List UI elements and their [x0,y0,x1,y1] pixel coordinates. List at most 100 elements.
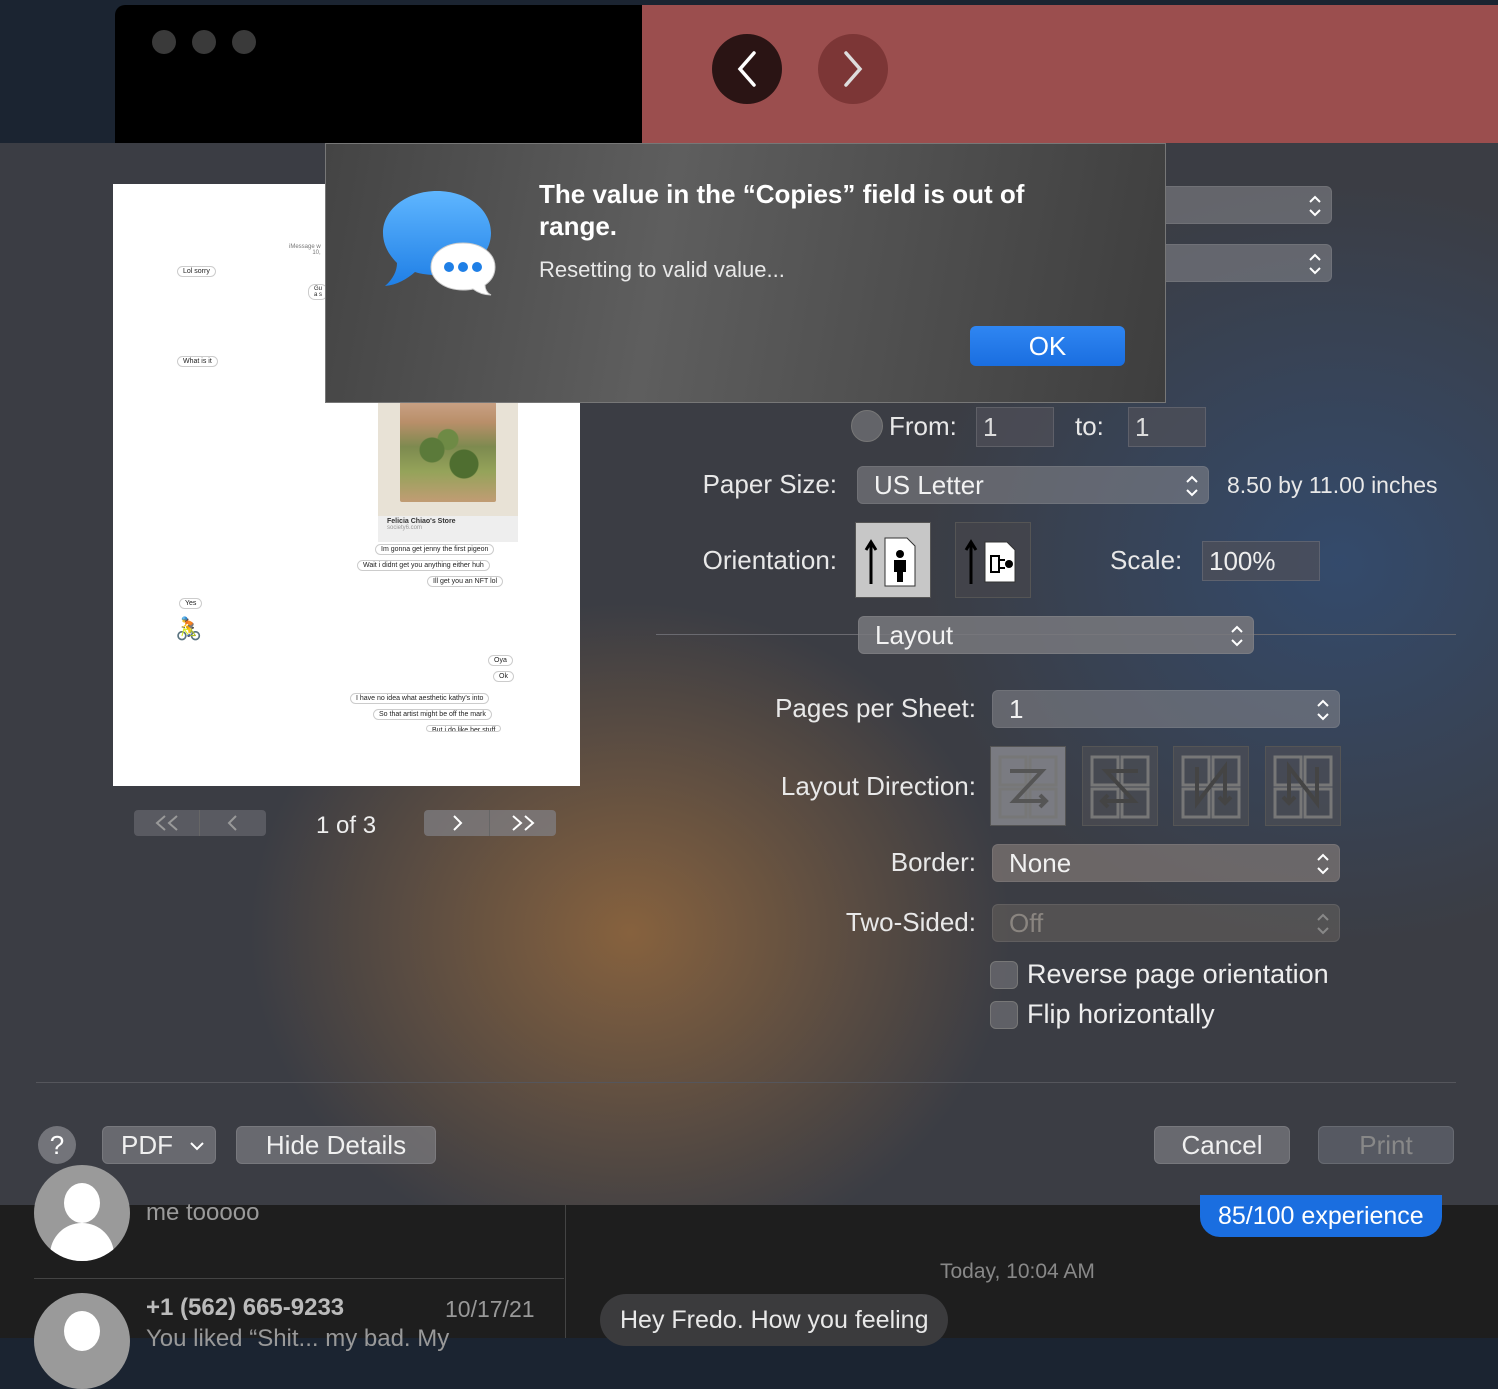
preview-link-card: Felicia Chiao's Store society6.com [378,516,518,542]
double-chevron-right-icon [512,815,535,831]
conversation-preview: me tooooo [146,1199,260,1226]
preview-link-url: society6.com [387,525,423,531]
pdf-menu-button[interactable]: PDF [102,1126,216,1164]
preview-bubble: Lol sorry [177,266,216,277]
paper-size-popup[interactable]: US Letter [857,466,1209,504]
layout-direction-s-button[interactable] [1082,746,1158,826]
border-label: Border: [890,847,976,877]
double-chevron-left-icon [154,815,178,831]
chevron-right-icon [844,51,863,87]
first-page-button[interactable] [134,810,200,836]
scale-field[interactable]: 100% [1202,541,1320,581]
cancel-button[interactable]: Cancel [1154,1126,1290,1164]
preview-header: iMessage w 10, [289,244,321,256]
landscape-button[interactable] [955,522,1031,598]
preview-bubble: What is it [177,356,218,367]
back-button[interactable] [712,34,782,104]
last-page-button[interactable] [490,810,556,836]
close-window-button[interactable] [152,30,176,54]
portrait-button[interactable] [855,522,931,598]
paper-size-label: Paper Size: [702,469,837,499]
sent-message-bubble: 85/100 experience [1200,1195,1442,1237]
preview-bubble: So that artist might be off the mark [373,709,492,720]
from-field[interactable]: 1 [976,407,1054,447]
help-button[interactable]: ? [38,1126,76,1164]
range-radio[interactable] [851,410,883,442]
preview-nav-forward-group [424,810,556,836]
previous-page-button[interactable] [200,810,266,836]
flip-horizontally-label: Flip horizontally [1027,999,1215,1029]
forward-button[interactable] [818,34,888,104]
pages-per-sheet-label: Pages per Sheet: [775,693,976,723]
ok-button[interactable]: OK [970,326,1125,366]
bicycle-emoji-icon: 🚴 [175,616,203,641]
chevron-left-icon [737,51,756,87]
chevron-down-icon [190,1142,204,1151]
two-sided-label: Two-Sided: [845,907,976,937]
layout-direction-n-button[interactable] [1173,746,1249,826]
pdf-label: PDF [121,1129,173,1160]
paper-size-value: US Letter [874,469,984,500]
updown-chevron-icon [1309,195,1321,217]
preview-link-title: Felicia Chiao's Store [387,518,456,525]
alert-title: The value in the “Copies” field is out o… [539,179,1025,241]
avatar [34,1293,130,1389]
border-popup[interactable]: None [992,844,1340,882]
preview-bubble: Ok [493,671,514,682]
chat-transcript: 85/100 experience Today, 10:04 AM Hey Fr… [566,1195,1498,1346]
section-value: Layout [875,619,954,650]
avatar [34,1165,130,1261]
scale-label: Scale: [1110,545,1183,575]
to-field[interactable]: 1 [1128,407,1206,447]
preview-bubble: Yes [179,598,203,609]
updown-chevron-icon [1309,253,1321,275]
footer-divider [36,1082,1456,1083]
border-value: None [1009,847,1072,878]
paper-size-dimensions: 8.50 by 11.00 inches [1227,472,1438,498]
conversation-list: me tooooo +1 (562) 665-9233 10/17/21 You… [0,1165,566,1389]
list-divider [34,1278,564,1279]
next-page-button[interactable] [424,810,490,836]
to-label: to: [1075,411,1104,441]
layout-direction-reverse-n-button[interactable] [1265,746,1341,826]
two-sided-popup[interactable]: Off [992,904,1340,942]
page-indicator: 1 of 3 [316,812,377,839]
conversation-name: +1 (562) 665-9233 [146,1294,345,1321]
alert-dialog: The value in the “Copies” field is out o… [325,143,1166,403]
hide-details-button[interactable]: Hide Details [236,1126,436,1164]
conversation-preview: You liked “Shit... my bad. My [146,1325,450,1352]
layout-direction-z-button[interactable] [990,746,1066,826]
updown-chevron-icon [1231,625,1243,647]
messages-app-icon [383,191,496,296]
orientation-label: Orientation: [702,545,837,575]
conversation-date: 10/17/21 [445,1296,535,1322]
zoom-window-button[interactable] [232,30,256,54]
reverse-orientation-checkbox[interactable] [990,961,1018,989]
updown-chevron-icon [1317,853,1329,875]
flip-horizontally-checkbox[interactable] [990,1001,1018,1029]
preview-bubble: But i do like her stuff [426,725,502,732]
presets-popup[interactable] [1150,244,1332,282]
message-timestamp: Today, 10:04 AM [940,1260,1095,1283]
two-sided-value: Off [1009,907,1044,938]
received-message-bubble: Hey Fredo. How you feeling [600,1294,949,1346]
reverse-orientation-label: Reverse page orientation [1027,959,1329,989]
preview-bubble: Oya [488,655,513,666]
updown-chevron-icon [1317,913,1329,935]
layout-reverse-z-icon [1090,755,1150,819]
updown-chevron-icon [1186,475,1198,497]
pages-per-sheet-popup[interactable]: 1 [992,690,1340,728]
pages-per-sheet-value: 1 [1009,693,1024,724]
print-button[interactable]: Print [1318,1126,1454,1164]
preview-nav-back-group [134,810,266,836]
preview-bubble: I have no idea what aesthetic kathy's in… [350,693,490,704]
landscape-orientation-icon [964,539,1016,584]
preview-bubble: Im gonna get jenny the first pigeon [375,544,495,555]
minimize-window-button[interactable] [192,30,216,54]
printer-popup[interactable] [1150,186,1332,224]
layout-direction-label: Layout Direction: [780,771,976,801]
layout-z-icon [998,755,1058,819]
preview-bubble: Wait i didnt get you anything either huh [357,560,490,571]
section-popup[interactable]: Layout [858,616,1254,654]
chevron-right-icon [452,815,462,831]
